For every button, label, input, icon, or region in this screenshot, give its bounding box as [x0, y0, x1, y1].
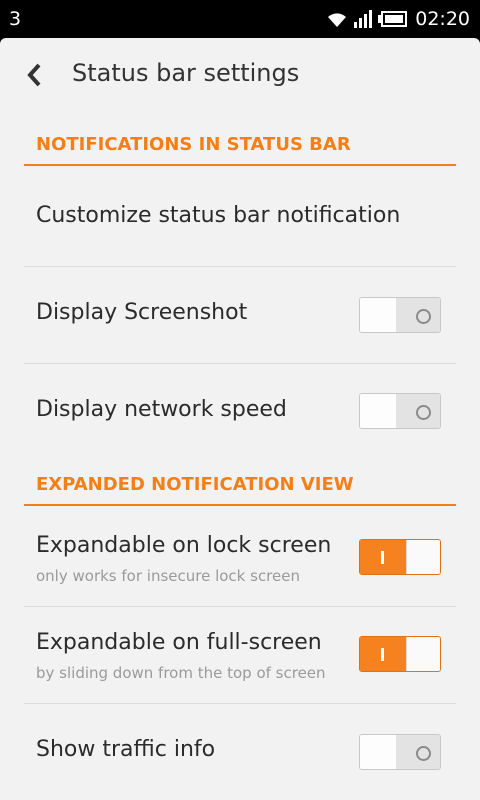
section-title: EXPANDED NOTIFICATION VIEW [36, 474, 354, 495]
toggle-off-ring-icon [416, 746, 431, 761]
row-expandable-lock-screen[interactable]: Expandable on lock screen only works for… [24, 509, 456, 607]
battery-icon [378, 11, 408, 27]
row-display-screenshot[interactable]: Display Screenshot [24, 266, 456, 364]
row-sublabel: only works for insecure lock screen [36, 567, 300, 585]
row-customize-notification[interactable]: Customize status bar notification [24, 169, 456, 267]
page-title: Status bar settings [72, 59, 300, 87]
section-title: NOTIFICATIONS IN STATUS BAR [36, 134, 351, 155]
notification-count: 3 [9, 8, 22, 30]
clock: 02:20 [415, 8, 470, 30]
status-bar: 3 02:20 [0, 0, 480, 38]
section-expanded-header: EXPANDED NOTIFICATION VIEW [24, 470, 456, 506]
row-label: Expandable on lock screen [36, 533, 332, 558]
display-screenshot-toggle[interactable] [359, 297, 441, 333]
toggle-on-bar-icon [381, 551, 384, 564]
expandable-lock-screen-toggle[interactable] [359, 539, 441, 575]
row-label: Expandable on full-screen [36, 630, 322, 655]
row-display-network-speed[interactable]: Display network speed [24, 363, 456, 459]
display-network-speed-toggle[interactable] [359, 393, 441, 429]
row-label: Customize status bar notification [36, 203, 401, 228]
toggle-on-bar-icon [381, 648, 384, 661]
show-traffic-info-toggle[interactable] [359, 734, 441, 770]
section-notifications-header: NOTIFICATIONS IN STATUS BAR [24, 130, 456, 166]
toggle-off-ring-icon [416, 405, 431, 420]
expandable-full-screen-toggle[interactable] [359, 636, 441, 672]
row-label: Display Screenshot [36, 300, 248, 325]
chevron-left-icon[interactable] [24, 62, 46, 88]
signal-icon [354, 10, 373, 28]
row-expandable-full-screen[interactable]: Expandable on full-screen by sliding dow… [24, 606, 456, 704]
header: Status bar settings [0, 38, 480, 118]
status-icons: 02:20 [326, 7, 470, 31]
row-label: Show traffic info [36, 737, 216, 762]
wifi-icon [328, 13, 347, 27]
row-label: Display network speed [36, 397, 287, 422]
row-sublabel: by sliding down from the top of screen [36, 664, 326, 682]
row-show-traffic-info[interactable]: Show traffic info [24, 703, 456, 800]
settings-sheet: Status bar settings NOTIFICATIONS IN STA… [0, 38, 480, 800]
toggle-off-ring-icon [416, 309, 431, 324]
